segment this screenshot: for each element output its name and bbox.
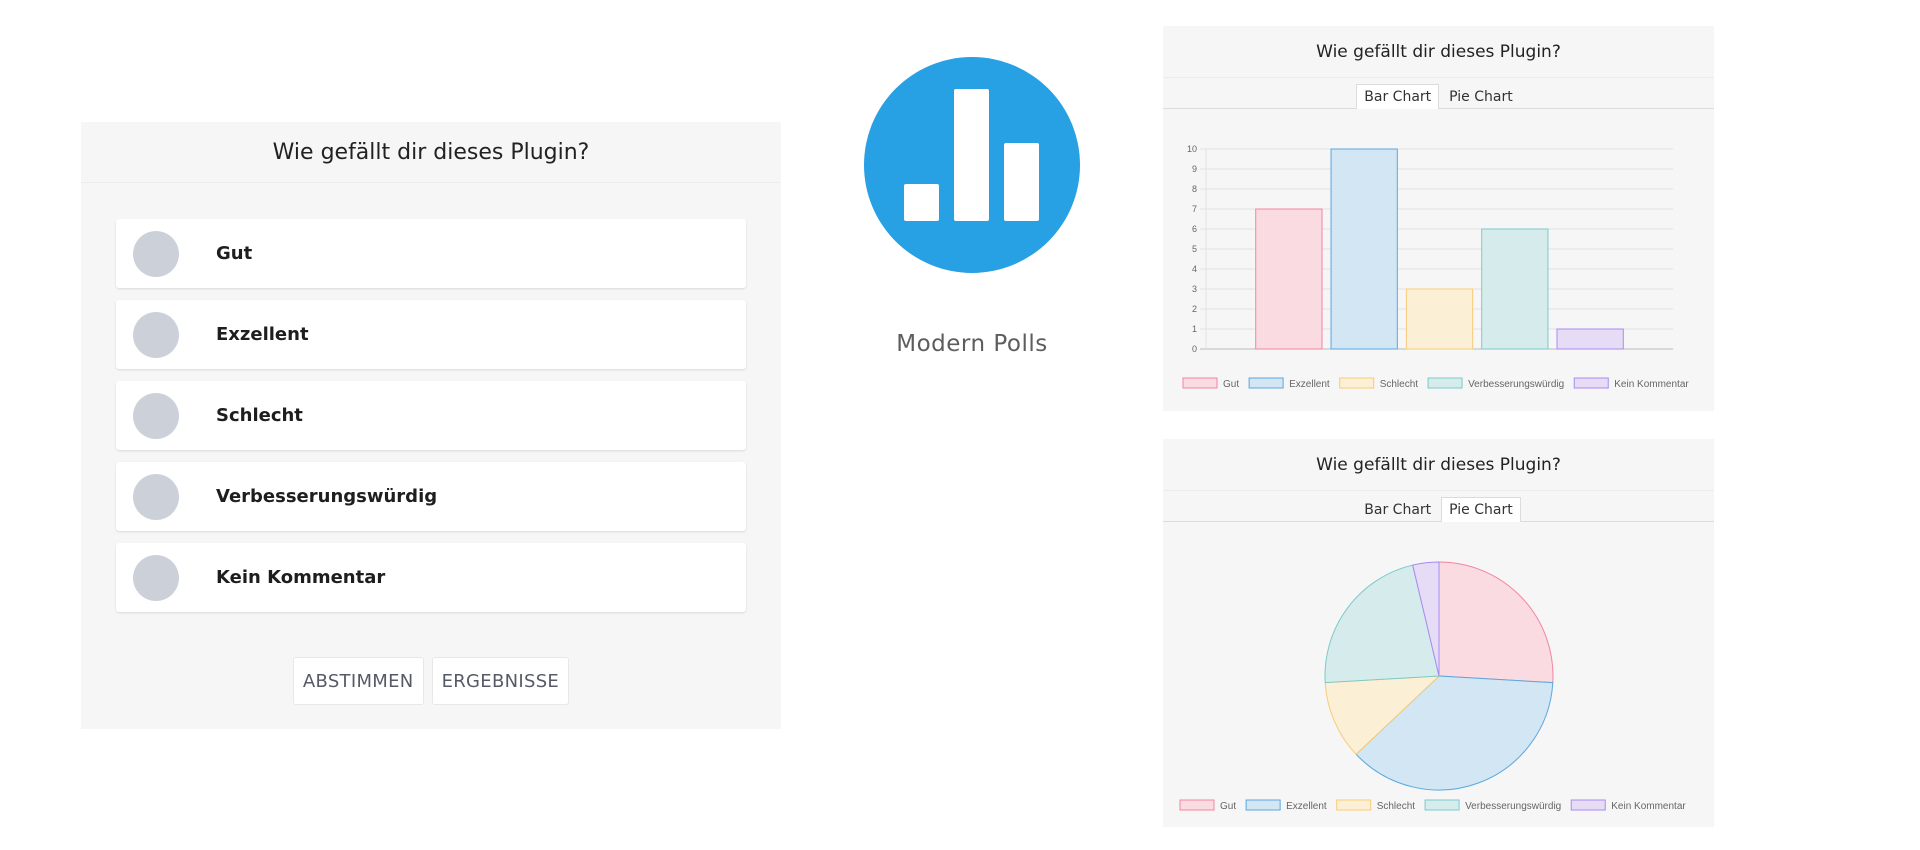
y-tick-label: 6	[1192, 224, 1197, 234]
y-tick-label: 4	[1192, 264, 1197, 274]
poll-option-label: Kein Kommentar	[216, 567, 386, 588]
logo-bar-medium	[1004, 143, 1039, 221]
legend-swatch-schlecht	[1339, 377, 1375, 389]
y-tick-label: 8	[1192, 184, 1197, 194]
legend-swatch-gut	[1179, 799, 1215, 811]
logo-bar-tall	[954, 89, 989, 221]
radio-button[interactable]	[133, 230, 179, 277]
y-tick-label: 7	[1192, 204, 1197, 214]
vote-button[interactable]: ABSTIMMEN	[292, 657, 424, 705]
logo-wordmark: Modern Polls	[896, 331, 1048, 357]
bar-exzellent	[1330, 148, 1398, 350]
bar-chart-card: Wie gefällt dir dieses Plugin? Bar Chart…	[1163, 26, 1714, 411]
tab-pie-chart[interactable]: Pie Chart	[1441, 497, 1521, 522]
poll-option-label: Verbesserungswürdig	[216, 486, 438, 507]
poll-option-kein-kommentar[interactable]: Kein Kommentar	[116, 543, 746, 612]
legend-label-schlecht: Schlecht	[1377, 801, 1416, 812]
legend-swatch-kein-kommentar	[1573, 377, 1609, 389]
pie-chart: Gut Exzellent Schlecht Verbesserungswürdig K…	[1179, 561, 1686, 812]
legend-swatch-gut	[1182, 377, 1218, 389]
poll-option-exzellent[interactable]: Exzellent	[116, 300, 746, 369]
legend-label-kein-kommentar: Kein Kommentar	[1614, 379, 1689, 390]
tab-bar-chart[interactable]: Bar Chart	[1356, 84, 1440, 109]
bar-verbesserungswurdig	[1481, 228, 1549, 350]
modern-polls-logo	[864, 57, 1080, 273]
legend-label-verbesserungswurdig: Verbesserungswürdig	[1468, 379, 1564, 390]
poll-option-label: Schlecht	[216, 405, 303, 426]
y-tick-label: 1	[1192, 324, 1197, 334]
pie-card-title: Wie gefällt dir dieses Plugin?	[1163, 439, 1714, 491]
y-tick-label: 9	[1192, 164, 1197, 174]
poll-actions: ABSTIMMEN ERGEBNISSE	[81, 657, 781, 705]
legend-swatch-verbesserungswurdig	[1427, 377, 1463, 389]
pie-chart-card: Wie gefällt dir dieses Plugin? Bar Chart…	[1163, 439, 1714, 827]
legend-swatch-verbesserungswurdig	[1424, 799, 1460, 811]
poll-panel: Wie gefällt dir dieses Plugin? Gut Exzel…	[81, 122, 781, 729]
radio-button[interactable]	[133, 554, 179, 601]
bar-kein-kommentar	[1556, 328, 1624, 350]
bar-schlecht	[1405, 288, 1474, 350]
legend-label-verbesserungswurdig: Verbesserungswürdig	[1465, 801, 1561, 812]
legend-swatch-kein-kommentar	[1570, 799, 1606, 811]
poll-header: Wie gefällt dir dieses Plugin?	[81, 122, 781, 183]
tab-bar-chart[interactable]: Bar Chart	[1356, 497, 1439, 522]
radio-button[interactable]	[133, 473, 179, 520]
y-tick-label: 0	[1192, 344, 1197, 354]
pie-slice-gut	[1438, 561, 1554, 684]
bar-card-title: Wie gefällt dir dieses Plugin?	[1163, 26, 1714, 78]
legend-swatch-exzellent	[1248, 377, 1284, 389]
legend-swatch-schlecht	[1336, 799, 1372, 811]
radio-button[interactable]	[133, 311, 179, 358]
y-tick-label: 5	[1192, 244, 1197, 254]
poll-option-schlecht[interactable]: Schlecht	[116, 381, 746, 450]
results-button[interactable]: ERGEBNISSE	[431, 657, 570, 705]
bar-chart: 0 1 2 3 4 5 6 7 8 9 10 Gut Exzellent Schlecht Verbesse…	[1182, 144, 1689, 390]
poll-option-label: Gut	[216, 243, 253, 264]
bar-gut	[1255, 208, 1323, 350]
poll-question: Wie gefällt dir dieses Plugin?	[272, 139, 590, 165]
y-tick-label: 2	[1192, 304, 1197, 314]
y-tick-label: 10	[1187, 144, 1197, 154]
poll-option-gut[interactable]: Gut	[116, 219, 746, 288]
legend-label-exzellent: Exzellent	[1286, 801, 1327, 812]
legend-swatch-exzellent	[1245, 799, 1281, 811]
logo-bar-small	[904, 184, 939, 221]
tab-pie-chart[interactable]: Pie Chart	[1441, 84, 1521, 109]
poll-option-label: Exzellent	[216, 324, 309, 345]
legend-label-kein-kommentar: Kein Kommentar	[1611, 801, 1686, 812]
poll-options: Gut Exzellent Schlecht Verbesserungswürd…	[116, 219, 746, 624]
radio-button[interactable]	[133, 392, 179, 439]
poll-option-verbesserungswuerdig[interactable]: Verbesserungswürdig	[116, 462, 746, 531]
pie-card-tabs: Bar Chart Pie Chart	[1163, 491, 1714, 522]
bar-card-tabs: Bar Chart Pie Chart	[1163, 78, 1714, 109]
legend-label-exzellent: Exzellent	[1289, 379, 1330, 390]
legend-label-schlecht: Schlecht	[1380, 379, 1419, 390]
legend-label-gut: Gut	[1220, 801, 1236, 812]
y-tick-label: 3	[1192, 284, 1197, 294]
legend-label-gut: Gut	[1223, 379, 1239, 390]
